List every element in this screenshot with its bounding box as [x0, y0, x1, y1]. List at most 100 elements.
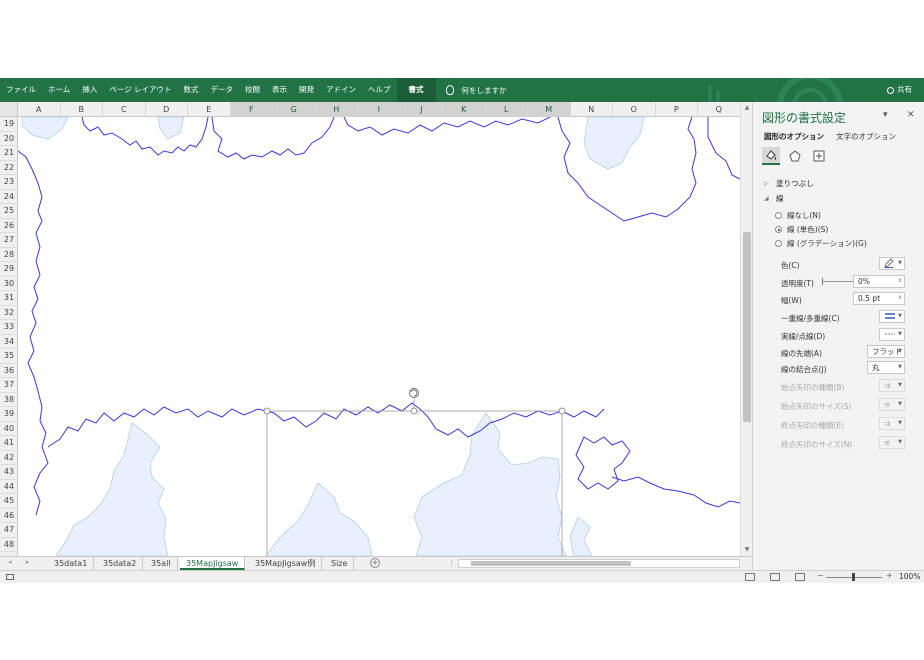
column-header-h[interactable]: H: [315, 102, 358, 117]
column-header-m[interactable]: M: [528, 102, 571, 117]
transparency-input[interactable]: 0% ⇕: [853, 275, 905, 288]
row-header-26[interactable]: 26: [0, 219, 18, 233]
row-header-20[interactable]: 20: [0, 132, 18, 146]
tab-developer[interactable]: 開発: [293, 78, 320, 102]
compound-type-dropdown[interactable]: ▼: [879, 310, 905, 323]
column-header-c[interactable]: C: [103, 102, 146, 117]
tab-formulas[interactable]: 数式: [178, 78, 205, 102]
section-fill[interactable]: ▷ 塗りつぶし: [764, 178, 814, 189]
column-header-l[interactable]: L: [485, 102, 528, 117]
tab-page-layout[interactable]: ページ レイアウト: [103, 78, 177, 102]
vertical-scrollbar[interactable]: ▲ ▼: [740, 102, 752, 556]
column-header-i[interactable]: I: [358, 102, 401, 117]
column-header-d[interactable]: D: [146, 102, 188, 117]
row-header-23[interactable]: 23: [0, 175, 18, 190]
size-properties-icon[interactable]: [810, 147, 828, 165]
row-header-48[interactable]: 48: [0, 538, 18, 552]
width-input[interactable]: 0.5 pt ⇕: [853, 292, 905, 305]
column-header-p[interactable]: P: [656, 102, 698, 117]
spinner-icon[interactable]: ⇕: [898, 293, 902, 304]
sheet-tab-35mapjigsaw[interactable]: 35MapJigsaw: [180, 557, 246, 570]
tab-split-handle[interactable]: ⋮: [448, 559, 455, 567]
column-header-f[interactable]: F: [230, 102, 273, 117]
zoom-out-button[interactable]: −: [817, 571, 824, 580]
spinner-icon[interactable]: ⇕: [898, 276, 902, 287]
tab-view[interactable]: 表示: [266, 78, 293, 102]
row-header-29[interactable]: 29: [0, 262, 18, 277]
tab-file[interactable]: ファイル: [0, 78, 42, 102]
tab-home[interactable]: ホーム: [42, 78, 76, 102]
zoom-level[interactable]: 100%: [899, 572, 920, 581]
row-header-30[interactable]: 30: [0, 277, 18, 291]
section-line[interactable]: ◢ 線: [764, 193, 784, 204]
row-header-40[interactable]: 40: [0, 422, 18, 436]
tab-review[interactable]: 校閲: [239, 78, 266, 102]
tab-insert[interactable]: 挿入: [76, 78, 103, 102]
row-header-34[interactable]: 34: [0, 335, 18, 349]
row-header-39[interactable]: 39: [0, 407, 18, 422]
column-header-k[interactable]: K: [443, 102, 486, 117]
row-header-42[interactable]: 42: [0, 451, 18, 465]
tab-help[interactable]: ヘルプ: [362, 78, 397, 102]
select-all-corner[interactable]: [0, 102, 18, 117]
row-header-19[interactable]: 19: [0, 117, 18, 132]
tab-text-options[interactable]: 文字のオプション: [836, 131, 896, 142]
row-header-32[interactable]: 32: [0, 306, 18, 320]
row-header-22[interactable]: 22: [0, 161, 18, 175]
row-header-47[interactable]: 47: [0, 523, 18, 538]
column-header-g[interactable]: G: [273, 102, 316, 117]
row-header-43[interactable]: 43: [0, 465, 18, 480]
close-icon[interactable]: ✕: [907, 110, 915, 120]
column-header-j[interactable]: J: [400, 102, 443, 117]
row-header-38[interactable]: 38: [0, 393, 18, 407]
sheet-tab-35data1[interactable]: 35data1: [48, 557, 95, 570]
add-sheet-button[interactable]: +: [370, 558, 380, 568]
pane-options-dropdown-icon[interactable]: ▾: [883, 110, 888, 120]
scroll-up-icon[interactable]: ▲: [743, 104, 751, 112]
radio-no-line[interactable]: 線なし(N): [775, 210, 821, 221]
column-header-e[interactable]: E: [188, 102, 231, 117]
zoom-slider-knob[interactable]: [852, 573, 855, 581]
row-header-35[interactable]: 35: [0, 349, 18, 364]
column-header-n[interactable]: N: [571, 102, 613, 117]
radio-solid-line[interactable]: 線 (単色)(S): [775, 224, 828, 235]
tab-format[interactable]: 書式: [396, 78, 436, 102]
tell-me-search[interactable]: 何をしますか: [445, 85, 507, 96]
row-header-46[interactable]: 46: [0, 509, 18, 523]
macro-record-icon[interactable]: [6, 574, 14, 580]
scroll-down-icon[interactable]: ▼: [743, 546, 751, 554]
row-header-21[interactable]: 21: [0, 146, 18, 161]
sheet-tab-35mapjigsaw-example[interactable]: 35MapJigsaw例: [249, 557, 323, 570]
radio-gradient-line[interactable]: 線 (グラデーション)(G): [775, 238, 867, 249]
row-header-28[interactable]: 28: [0, 248, 18, 262]
transparency-slider[interactable]: [822, 278, 853, 285]
dash-type-dropdown[interactable]: ▼: [879, 328, 905, 341]
column-header-a[interactable]: A: [18, 102, 61, 117]
effects-icon[interactable]: [786, 147, 804, 165]
tab-addins[interactable]: アドイン: [320, 78, 362, 102]
row-header-41[interactable]: 41: [0, 436, 18, 451]
tab-shape-options[interactable]: 図形のオプション: [764, 131, 824, 142]
join-type-dropdown[interactable]: 丸 ▼: [867, 361, 905, 374]
normal-view-icon[interactable]: [745, 573, 755, 581]
sheet-tab-35all[interactable]: 35all: [145, 557, 178, 570]
row-header-45[interactable]: 45: [0, 494, 18, 509]
horizontal-scrollbar[interactable]: [458, 559, 740, 568]
fill-line-icon[interactable]: [762, 147, 780, 165]
row-header-33[interactable]: 33: [0, 320, 18, 335]
sheet-tab-35data2[interactable]: 35data2: [97, 557, 144, 570]
row-header-24[interactable]: 24: [0, 190, 18, 204]
column-header-q[interactable]: Q: [698, 102, 741, 117]
sheet-tab-size[interactable]: Size: [325, 557, 355, 570]
row-header-25[interactable]: 25: [0, 204, 18, 219]
page-layout-view-icon[interactable]: [770, 573, 780, 581]
row-header-36[interactable]: 36: [0, 364, 18, 378]
row-header-44[interactable]: 44: [0, 480, 18, 494]
row-header-27[interactable]: 27: [0, 233, 18, 248]
cap-type-dropdown[interactable]: フラット ▼: [867, 345, 905, 358]
vertical-scroll-thumb[interactable]: [743, 232, 751, 422]
share-button[interactable]: 共有: [887, 78, 912, 102]
column-header-o[interactable]: O: [613, 102, 656, 117]
zoom-in-button[interactable]: +: [886, 571, 893, 580]
sheet-nav-arrows[interactable]: ◂ ▸: [8, 558, 35, 566]
